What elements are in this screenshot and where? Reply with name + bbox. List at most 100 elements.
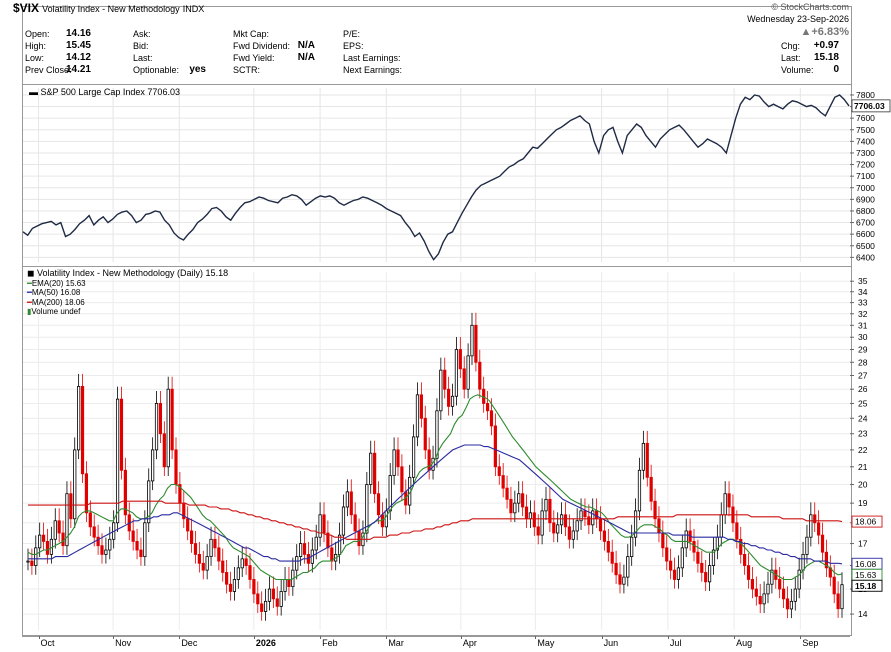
candle-body xyxy=(478,361,482,390)
high-label: High: xyxy=(25,41,47,51)
candle-body xyxy=(672,569,677,580)
low-value: 14.12 xyxy=(65,52,91,63)
candle-body xyxy=(813,514,817,524)
sctr-label: SCTR: xyxy=(233,65,260,75)
candle-body xyxy=(700,562,704,573)
last-label: Last: xyxy=(781,53,801,63)
candle-body xyxy=(396,449,400,468)
fwd-dividend-label: Fwd Dividend: xyxy=(233,41,291,51)
legend-ma50: ━MA(50) 16.08 xyxy=(27,288,81,297)
candle-body xyxy=(225,572,229,585)
candle-body xyxy=(559,514,564,526)
candle-body xyxy=(657,518,661,534)
candle-body xyxy=(493,425,497,468)
candle-body xyxy=(458,349,462,370)
open-value: 14.16 xyxy=(65,28,91,39)
date-label: Aug xyxy=(736,638,753,648)
candle-body xyxy=(341,506,346,536)
candle-body xyxy=(170,388,174,451)
legend-volume: ▮Volume undef xyxy=(27,307,81,316)
candle-body xyxy=(630,536,634,558)
spx-last-label: 7706.03 xyxy=(854,101,885,111)
candle-body xyxy=(521,493,525,508)
candle-body xyxy=(645,442,649,478)
candle-body xyxy=(622,576,626,585)
candle-body xyxy=(299,543,303,558)
vix-tick-label: 24 xyxy=(858,413,868,423)
candle-body xyxy=(73,449,77,520)
candle-body xyxy=(552,522,556,534)
candle-body xyxy=(267,588,272,602)
vix-tick-label: 29 xyxy=(858,345,868,355)
exchange: INDX xyxy=(182,4,205,14)
candle-body xyxy=(61,532,65,547)
spx-tick-label: 6400 xyxy=(856,252,875,262)
candle-body xyxy=(567,526,571,540)
candle-body xyxy=(439,369,443,412)
candle-body xyxy=(809,514,813,538)
candle-body xyxy=(505,487,509,500)
candle-body xyxy=(209,538,213,558)
date-label: May xyxy=(537,638,555,648)
candle-body xyxy=(104,549,108,555)
candle-body xyxy=(41,534,46,542)
candle-body xyxy=(353,514,357,532)
candle-body xyxy=(614,562,618,576)
candle-body xyxy=(462,368,466,390)
spx-tick-label: 7800 xyxy=(856,90,875,100)
candle-body xyxy=(427,449,431,471)
candle-body xyxy=(556,524,560,534)
candle-body xyxy=(423,417,427,451)
candle-body xyxy=(376,493,381,516)
candle-body xyxy=(57,520,61,534)
spx-legend-text: S&P 500 Large Cap Index 7706.03 xyxy=(40,87,180,97)
candle-body xyxy=(723,493,727,516)
candle-body xyxy=(840,584,844,610)
candle-body xyxy=(108,538,112,551)
candle-body xyxy=(228,583,233,592)
candle-body xyxy=(373,452,377,495)
candle-body xyxy=(797,569,801,590)
open-label: Open: xyxy=(25,29,50,39)
optionable-label: Optionable: xyxy=(133,65,180,75)
candle-body xyxy=(489,410,494,427)
candle-body xyxy=(205,556,209,571)
eps-label: EPS: xyxy=(343,41,364,51)
candle-body xyxy=(649,476,653,502)
candle-body xyxy=(45,541,50,555)
vix-tick-label: 20 xyxy=(858,480,868,490)
candle-body xyxy=(248,565,252,580)
bid-label: Bid: xyxy=(133,41,149,51)
spx-tick-label: 6700 xyxy=(856,218,875,228)
candle-body xyxy=(193,543,198,555)
candle-body xyxy=(719,514,723,538)
date-tick xyxy=(113,636,115,639)
fwd-yield-value: N/A xyxy=(297,52,315,63)
candle-body xyxy=(820,534,825,553)
candle-body xyxy=(232,579,237,592)
spx-tick-label: 6900 xyxy=(856,194,875,204)
candle-body xyxy=(532,512,536,528)
date-label: Mar xyxy=(388,638,404,648)
candle-body xyxy=(801,554,805,571)
date-label: Wednesday 23-Sep-2026 xyxy=(747,14,849,24)
candle-body xyxy=(606,541,610,553)
candle-body xyxy=(805,536,809,555)
next-earnings-label: Next Earnings: xyxy=(343,65,403,75)
change-pct: ▲+6.83% xyxy=(800,26,849,38)
candle-body xyxy=(384,510,388,528)
candle-body xyxy=(92,526,96,538)
candle-body xyxy=(345,491,349,508)
candle-body xyxy=(154,403,159,451)
vix-legend-title: ◼ Volatility Index - New Methodology (Da… xyxy=(27,268,229,278)
vix-tick-label: 21 xyxy=(858,462,868,472)
candle-body xyxy=(322,514,326,534)
candle-body xyxy=(637,469,642,512)
date-tick xyxy=(734,636,736,639)
candle-body xyxy=(189,530,194,544)
candle-body xyxy=(509,498,513,514)
date-tick xyxy=(601,636,603,639)
date-tick xyxy=(460,636,462,639)
legend-ma200-text: MA(200) 18.06 xyxy=(31,297,85,307)
candle-body xyxy=(610,551,614,564)
